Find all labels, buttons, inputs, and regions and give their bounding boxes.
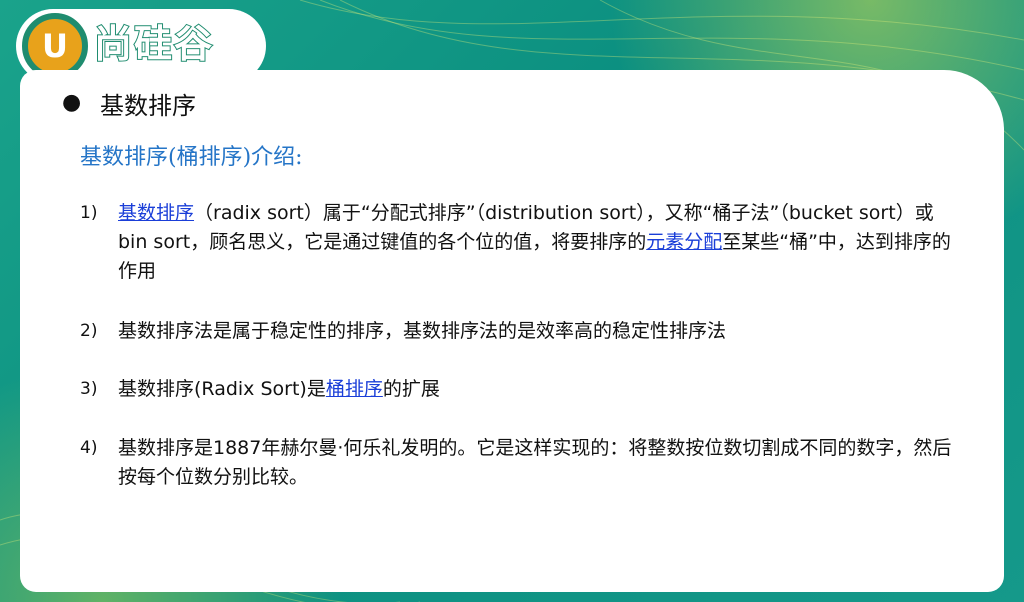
list-item-text: 基数排序（radix sort）属于“分配式排序”（distribution s… xyxy=(118,199,960,286)
slide-title: 基数排序 xyxy=(100,92,196,120)
brand-name: 尚硅谷 xyxy=(93,21,215,67)
item-text: 的扩展 xyxy=(382,378,440,400)
list-number: 1) xyxy=(80,203,98,223)
list-number: 4) xyxy=(80,438,98,458)
list-item-3: 3) 基数排序(Radix Sort)是桶排序的扩展 xyxy=(80,375,960,404)
link-radix-sort[interactable]: 基数排序 xyxy=(118,202,194,224)
list-item-1: 1) 基数排序（radix sort）属于“分配式排序”（distributio… xyxy=(80,199,960,286)
item-text: 基数排序是1887年赫尔曼·何乐礼发明的。它是这样实现的：将整数按位数切割成不同… xyxy=(118,437,952,488)
list-number: 2) xyxy=(80,321,98,341)
bullet-icon: ● xyxy=(62,90,82,115)
list-number: 3) xyxy=(80,379,98,399)
link-bucket-sort[interactable]: 桶排序 xyxy=(326,378,383,400)
item-text: 基数排序(Radix Sort)是 xyxy=(118,378,326,400)
list-item-2: 2) 基数排序法是属于稳定性的排序，基数排序法的是效率高的稳定性排序法 xyxy=(80,317,960,346)
item-text: 基数排序法是属于稳定性的排序，基数排序法的是效率高的稳定性排序法 xyxy=(118,320,727,342)
link-element-distribution[interactable]: 元素分配 xyxy=(646,231,722,253)
slide-subtitle: 基数排序(桶排序)介绍: xyxy=(80,145,303,170)
list-item-4: 4) 基数排序是1887年赫尔曼·何乐礼发明的。它是这样实现的：将整数按位数切割… xyxy=(80,434,960,492)
list-item-text: 基数排序(Radix Sort)是桶排序的扩展 xyxy=(118,375,960,404)
